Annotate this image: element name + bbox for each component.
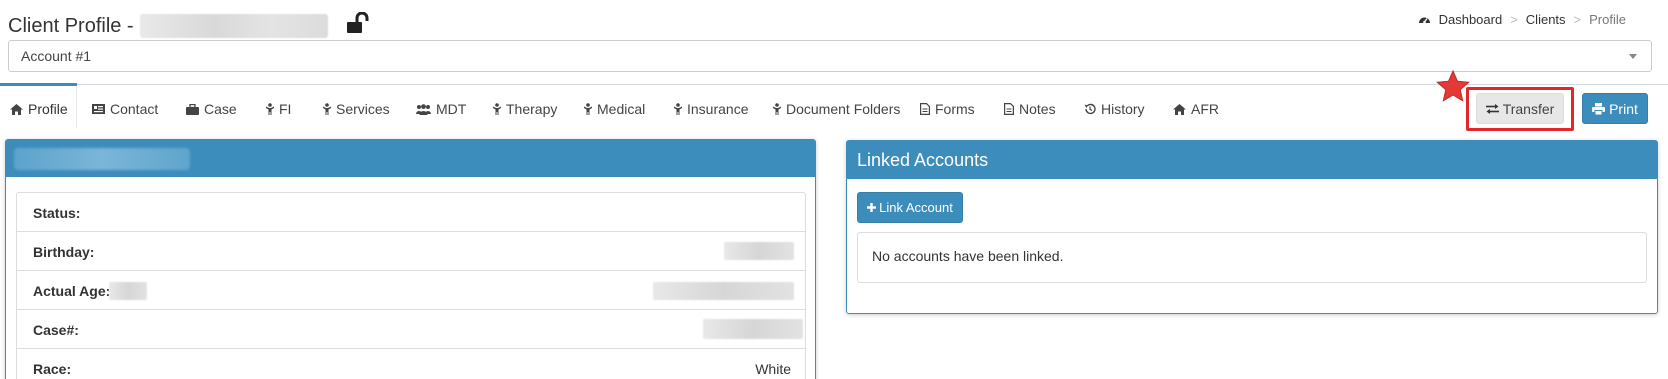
- redacted-client-name: [139, 14, 328, 38]
- tab-label: AFR: [1191, 101, 1219, 117]
- tab-document-folders[interactable]: Document Folders: [773, 101, 900, 117]
- transfer-button[interactable]: Transfer: [1476, 93, 1564, 124]
- child-icon: [674, 103, 682, 115]
- client-info-list: Status: Birthday: Actual Age: Case#: Rac…: [16, 192, 806, 379]
- link-account-button[interactable]: Link Account: [857, 192, 963, 223]
- tab-label: Contact: [110, 101, 159, 117]
- info-row-actual-age: Actual Age:: [17, 271, 805, 310]
- tab-label: Medical: [597, 101, 646, 117]
- users-icon: [416, 103, 431, 115]
- tab-label: Insurance: [687, 101, 749, 117]
- info-label: Race:: [33, 361, 72, 377]
- exchange-icon: [1485, 103, 1499, 114]
- unlock-icon[interactable]: [346, 11, 370, 34]
- tab-forms[interactable]: Forms: [920, 101, 975, 117]
- breadcrumb-separator: >: [1573, 12, 1582, 27]
- transfer-label: Transfer: [1502, 100, 1555, 117]
- file-icon: [1004, 103, 1014, 115]
- tab-afr[interactable]: AFR: [1173, 101, 1219, 117]
- info-row-status: Status:: [17, 193, 805, 232]
- tab-label: Notes: [1019, 101, 1056, 117]
- tab-label: Case: [204, 101, 237, 117]
- tab-medical[interactable]: Medical: [584, 101, 645, 117]
- info-row-birthday: Birthday:: [17, 232, 805, 271]
- child-icon: [773, 103, 781, 115]
- briefcase-icon: [186, 103, 199, 115]
- child-icon: [584, 103, 592, 115]
- redacted-age-detail: [653, 282, 794, 300]
- info-label: Actual Age:: [33, 283, 111, 299]
- linked-accounts-panel: Linked Accounts Link Account No accounts…: [846, 140, 1658, 314]
- linked-accounts-empty: No accounts have been linked.: [857, 232, 1647, 283]
- child-icon: [323, 103, 331, 115]
- tab-label: Services: [336, 101, 390, 117]
- tab-label: FI: [279, 101, 292, 117]
- redacted-age: [109, 282, 147, 300]
- child-icon: [493, 103, 501, 115]
- plus-icon: [867, 203, 877, 212]
- info-value: White: [755, 361, 791, 377]
- tab-profile[interactable]: Profile: [10, 101, 68, 117]
- tab-contact[interactable]: Contact: [92, 101, 158, 117]
- tab-label: Profile: [28, 101, 68, 117]
- tab-label: Forms: [935, 101, 975, 117]
- print-icon: [1592, 102, 1606, 115]
- tab-services[interactable]: Services: [323, 101, 390, 117]
- address-card-icon: [92, 104, 105, 114]
- history-icon: [1084, 103, 1096, 115]
- tab-label: History: [1101, 101, 1145, 117]
- tab-case[interactable]: Case: [186, 101, 237, 117]
- account-select[interactable]: Account #1: [8, 40, 1652, 72]
- redacted-client-name: [14, 148, 190, 170]
- breadcrumb: Dashboard > Clients > Profile: [1418, 12, 1626, 27]
- breadcrumb-profile: Profile: [1589, 12, 1626, 27]
- tab-label: MDT: [436, 101, 467, 117]
- chevron-down-icon: [1629, 54, 1637, 59]
- breadcrumb-dashboard[interactable]: Dashboard: [1439, 12, 1503, 27]
- child-icon: [266, 103, 274, 115]
- page-title-text: Client Profile -: [8, 14, 134, 37]
- tab-fi[interactable]: FI: [266, 101, 291, 117]
- tab-label: Therapy: [506, 101, 558, 117]
- panel-header: [6, 140, 815, 177]
- print-button[interactable]: Print: [1582, 93, 1648, 124]
- page-title: Client Profile -: [8, 11, 370, 38]
- tab-mdt[interactable]: MDT: [416, 101, 466, 117]
- info-label: Status:: [33, 205, 81, 221]
- info-row-case-number: Case#:: [17, 310, 805, 349]
- breadcrumb-separator: >: [1510, 12, 1518, 27]
- star-icon: [1436, 69, 1470, 105]
- home-icon: [1173, 103, 1186, 115]
- tab-insurance[interactable]: Insurance: [674, 101, 748, 117]
- redacted-case-number: [703, 319, 803, 339]
- link-account-label: Link Account: [879, 200, 953, 215]
- print-label: Print: [1609, 100, 1638, 117]
- file-icon: [920, 103, 930, 115]
- tab-notes[interactable]: Notes: [1004, 101, 1056, 117]
- account-select-value: Account #1: [21, 48, 92, 64]
- info-label: Birthday:: [33, 244, 95, 260]
- tab-history[interactable]: History: [1084, 101, 1145, 117]
- tab-therapy[interactable]: Therapy: [493, 101, 557, 117]
- tab-label: Document Folders: [786, 101, 901, 117]
- home-icon: [10, 103, 23, 115]
- dashboard-icon: [1418, 17, 1430, 24]
- client-profile-panel: Status: Birthday: Actual Age: Case#: Rac…: [5, 139, 816, 379]
- info-row-race: Race: White: [17, 349, 805, 379]
- info-label: Case#:: [33, 322, 79, 338]
- redacted-birthday: [724, 242, 794, 260]
- breadcrumb-clients[interactable]: Clients: [1526, 12, 1566, 27]
- active-tab-indicator: [0, 83, 77, 86]
- linked-accounts-title: Linked Accounts: [847, 141, 1657, 179]
